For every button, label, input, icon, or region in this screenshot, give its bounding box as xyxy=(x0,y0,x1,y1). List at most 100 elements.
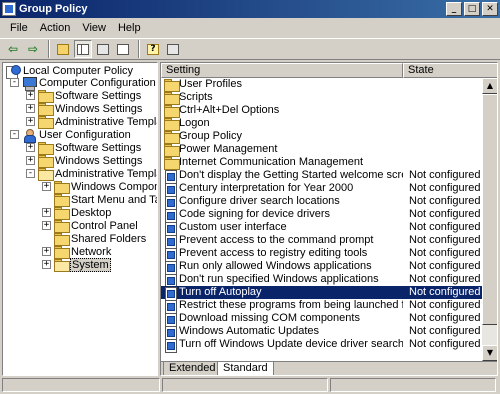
list-setting-row[interactable]: Configure driver search locations Not con… xyxy=(161,195,482,210)
tree-item-computer-configuration[interactable]: Computer Configuration xyxy=(22,76,157,91)
collapse-toggle[interactable]: - xyxy=(10,78,19,87)
folder-icon xyxy=(38,116,54,129)
folder-icon xyxy=(54,246,70,259)
scroll-down-button[interactable]: ▼ xyxy=(482,345,497,361)
tree-item-computer-windows-settings[interactable]: Windows Settings xyxy=(38,102,143,116)
expand-toggle[interactable]: + xyxy=(26,117,35,126)
setting-name: Windows Automatic Updates xyxy=(179,325,320,337)
collapse-toggle[interactable]: - xyxy=(26,169,35,178)
list-setting-row[interactable]: Prevent access to the command prompt Not … xyxy=(161,234,482,249)
tree-item-desktop[interactable]: Desktop xyxy=(54,206,112,220)
list-folder-row[interactable]: Logon xyxy=(161,117,482,131)
help-button[interactable]: ? xyxy=(144,40,162,58)
minimize-button[interactable]: _ xyxy=(446,2,462,16)
setting-state: Not configured xyxy=(409,234,481,246)
list-setting-row[interactable]: Restrict these programs from being launc… xyxy=(161,299,482,314)
tab-extended[interactable]: Extended xyxy=(163,362,222,375)
setting-name: Download missing COM components xyxy=(179,312,360,324)
list-folder-row[interactable]: User Profiles xyxy=(161,78,482,92)
list-setting-row[interactable]: Turn off Autoplay Not configured xyxy=(161,286,482,301)
tree-item-user-software-settings[interactable]: Software Settings xyxy=(38,141,142,155)
expand-toggle[interactable]: + xyxy=(42,260,51,269)
tree-item-computer-administrative-templates[interactable]: Administrative Templates xyxy=(38,115,157,129)
list-folder-row[interactable]: Power Management xyxy=(161,143,482,157)
tree-item-shared-folders[interactable]: Shared Folders xyxy=(54,232,147,246)
expand-toggle[interactable]: + xyxy=(42,221,51,230)
tree-item-start-menu-and-taskbar[interactable]: Start Menu and Taskbar xyxy=(54,193,157,207)
folder-icon xyxy=(164,79,180,92)
tree-item-label: Windows Components xyxy=(71,180,157,193)
policy-setting-icon xyxy=(164,222,178,236)
list-folder-row[interactable]: Internet Communication Management xyxy=(161,156,482,170)
tree-item-user-administrative-templates[interactable]: Administrative Templates xyxy=(38,167,157,181)
column-header-state[interactable]: State xyxy=(403,63,497,78)
tree-item-windows-components[interactable]: Windows Components xyxy=(54,180,157,194)
scroll-thumb[interactable] xyxy=(482,94,497,325)
show-hide-tree-button[interactable] xyxy=(74,40,92,58)
policy-setting-icon xyxy=(164,183,178,197)
setting-name: Scripts xyxy=(179,91,213,103)
tree-item-label: Start Menu and Taskbar xyxy=(71,193,157,206)
console-tree[interactable]: Local Computer Policy - Computer Configu… xyxy=(2,62,158,376)
list-setting-row[interactable]: Don't run specified Windows applications… xyxy=(161,273,482,288)
menu-action[interactable]: Action xyxy=(34,20,77,36)
folder-icon xyxy=(164,131,180,144)
properties-button[interactable] xyxy=(94,40,112,58)
tree-item-system[interactable]: System xyxy=(54,257,111,272)
policy-setting-icon xyxy=(164,261,178,275)
expand-toggle[interactable]: + xyxy=(26,104,35,113)
menu-file[interactable]: File xyxy=(4,20,34,36)
tab-standard[interactable]: Standard xyxy=(217,362,274,375)
help-topics-button[interactable] xyxy=(164,40,182,58)
up-one-level-button[interactable] xyxy=(54,40,72,58)
setting-state: Not configured xyxy=(409,338,481,350)
title-bar[interactable]: Group Policy _ □ ✕ xyxy=(0,0,500,18)
list-setting-row[interactable]: Run only allowed Windows applications Not… xyxy=(161,260,482,275)
collapse-toggle[interactable]: - xyxy=(10,130,19,139)
list-folder-row[interactable]: Group Policy xyxy=(161,130,482,144)
tree-item-computer-software-settings[interactable]: Software Settings xyxy=(38,89,142,103)
setting-state: Not configured xyxy=(409,273,481,285)
tree-item-network[interactable]: Network xyxy=(54,245,112,259)
setting-state xyxy=(409,156,481,169)
list-folder-row[interactable]: Scripts xyxy=(161,91,482,105)
expand-toggle[interactable]: + xyxy=(26,91,35,100)
help-topics-icon xyxy=(167,43,179,55)
tree-item-label: Windows Settings xyxy=(55,102,143,115)
status-bar xyxy=(2,378,498,392)
list-setting-row[interactable]: Prevent access to registry editing tools… xyxy=(161,247,482,262)
settings-list[interactable]: User Profiles Scripts Ctrl+Alt+Del Options… xyxy=(161,78,482,361)
list-folder-row[interactable]: Ctrl+Alt+Del Options xyxy=(161,104,482,118)
column-header-setting[interactable]: Setting xyxy=(161,63,403,78)
list-setting-row[interactable]: Code signing for device drivers Not confi… xyxy=(161,208,482,223)
tree-item-control-panel[interactable]: Control Panel xyxy=(54,219,139,233)
list-setting-row[interactable]: Turn off Windows Update device driver se… xyxy=(161,338,482,353)
list-setting-row[interactable]: Download missing COM components Not confi… xyxy=(161,312,482,327)
expand-toggle[interactable]: + xyxy=(42,208,51,217)
list-setting-row[interactable]: Century interpretation for Year 2000 Not … xyxy=(161,182,482,197)
scroll-up-button[interactable]: ▲ xyxy=(482,78,497,94)
expand-toggle[interactable]: + xyxy=(42,182,51,191)
folder-icon xyxy=(164,92,180,105)
expand-toggle[interactable]: + xyxy=(26,156,35,165)
setting-name: Prevent access to registry editing tools xyxy=(179,247,368,259)
menu-help[interactable]: Help xyxy=(112,20,147,36)
vertical-scrollbar[interactable]: ▲ ▼ xyxy=(482,78,497,361)
forward-button[interactable]: ⇨ xyxy=(24,40,42,58)
list-setting-row[interactable]: Windows Automatic Updates Not configured xyxy=(161,325,482,340)
tree-item-user-windows-settings[interactable]: Windows Settings xyxy=(38,154,143,168)
expand-toggle[interactable]: + xyxy=(42,247,51,256)
menu-view[interactable]: View xyxy=(76,20,112,36)
maximize-button[interactable]: □ xyxy=(464,2,480,16)
user-icon xyxy=(22,128,36,143)
expand-toggle[interactable]: + xyxy=(26,143,35,152)
setting-state xyxy=(409,78,481,91)
tree-item-user-configuration[interactable]: User Configuration xyxy=(22,128,132,143)
setting-state: Not configured xyxy=(409,299,481,311)
export-list-button[interactable] xyxy=(114,40,132,58)
group-policy-app-icon[interactable] xyxy=(2,2,16,16)
list-setting-row[interactable]: Don't display the Getting Started welcom… xyxy=(161,169,482,184)
list-setting-row[interactable]: Custom user interface Not configured xyxy=(161,221,482,236)
close-button[interactable]: ✕ xyxy=(482,2,498,16)
back-button[interactable]: ⇦ xyxy=(4,40,22,58)
